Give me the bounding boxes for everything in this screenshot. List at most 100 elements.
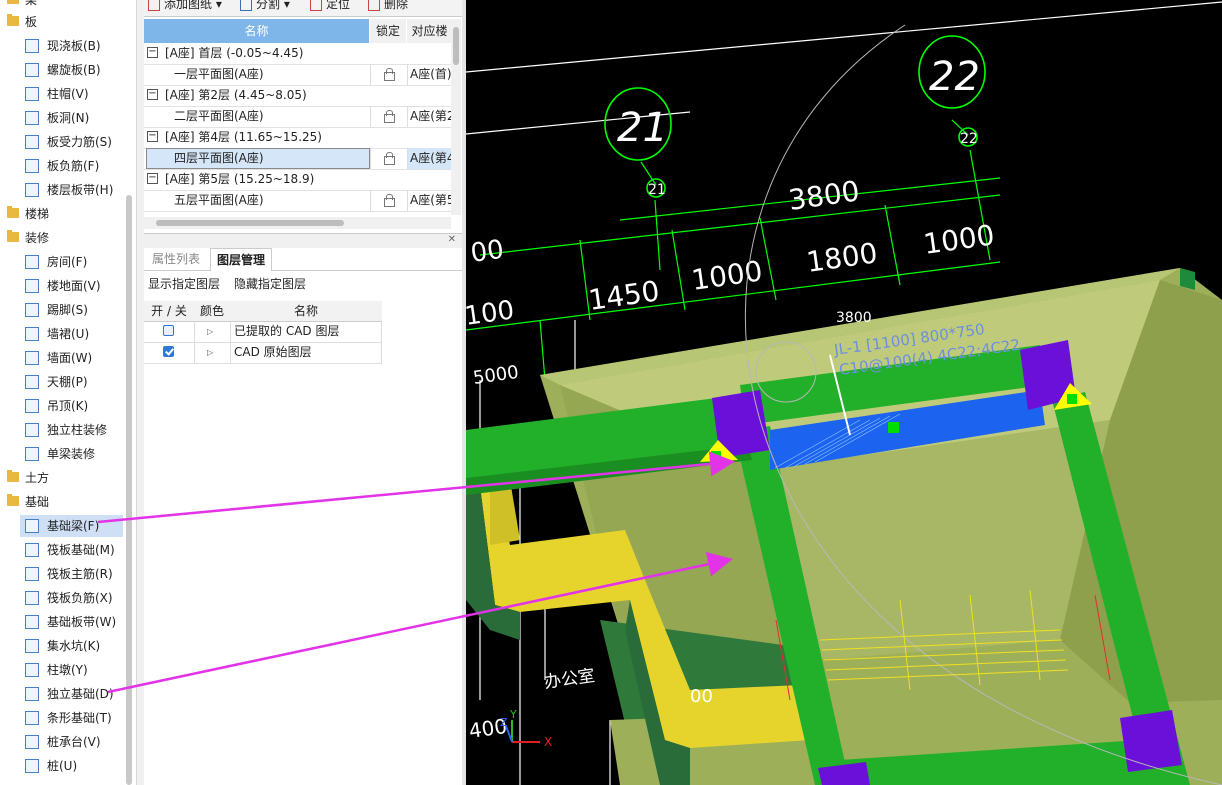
tree-item[interactable]: 墙面(W) <box>0 347 123 369</box>
drawing-toolbar: 添加图纸 ▾ 分割 ▾ 定位 删除 <box>144 0 462 17</box>
split-button[interactable]: 分割 ▾ <box>240 0 290 12</box>
tree-item[interactable]: 基础板带(W) <box>0 611 123 633</box>
tree-item[interactable]: 单梁装修 <box>0 443 123 465</box>
column-divider <box>381 321 382 363</box>
drawing-list-vscroll[interactable] <box>451 19 461 215</box>
floor-group-row[interactable]: − [A座] 第2层 (4.45~8.05) <box>144 85 452 107</box>
foundation-beam-icon <box>25 519 39 533</box>
tree-item[interactable]: 板洞(N) <box>0 107 123 129</box>
tree-group[interactable]: 楼梯 <box>0 203 123 225</box>
floor-cell[interactable]: A座(第4 <box>407 148 452 169</box>
floor-cell[interactable]: A座(首) <box>407 64 452 85</box>
column-cap-icon <box>25 87 39 101</box>
tree-item[interactable]: 独立基础(D) <box>0 683 123 705</box>
tree-item[interactable]: 天棚(P) <box>0 371 123 393</box>
tree-item[interactable]: 墙裙(U) <box>0 323 123 345</box>
layer-row[interactable]: ▷ 已提取的 CAD 图层 <box>144 321 382 343</box>
close-icon[interactable]: ✕ <box>448 234 456 245</box>
tree-label: 条形基础(T) <box>47 711 112 725</box>
tree-item[interactable]: 柱帽(V) <box>0 83 123 105</box>
lock-icon[interactable] <box>370 190 407 211</box>
tree-label: 基础板带(W) <box>47 615 117 629</box>
lock-icon[interactable] <box>370 148 407 169</box>
delete-button[interactable]: 删除 <box>368 0 408 12</box>
layer-tabs: 属性列表 图层管理 <box>144 248 462 271</box>
collapse-icon[interactable]: − <box>147 47 158 58</box>
tree-item[interactable]: 踢脚(S) <box>0 299 123 321</box>
panel-divider[interactable]: ✕ <box>144 233 462 248</box>
foundation-strip-icon <box>25 615 39 629</box>
floor-group-row[interactable]: − [A座] 首层 (-0.05~4.45) <box>144 43 452 65</box>
lock-icon[interactable] <box>370 64 407 85</box>
delete-icon <box>368 0 380 11</box>
tab-layer-manager[interactable]: 图层管理 <box>210 248 273 271</box>
tree-group[interactable]: 梁 <box>0 0 123 11</box>
collapse-icon[interactable]: − <box>147 89 158 100</box>
tree-item[interactable]: 楼地面(V) <box>0 275 123 297</box>
column-divider <box>194 321 195 363</box>
axis-tag-22: 22 <box>960 131 978 147</box>
tree-item[interactable]: 条形基础(T) <box>0 707 123 729</box>
collapse-icon[interactable]: − <box>147 131 158 142</box>
ucs-icon: X Y Z <box>500 708 552 749</box>
add-drawing-button[interactable]: 添加图纸 ▾ <box>148 0 222 12</box>
tree-label: 板受力筋(S) <box>47 135 112 149</box>
drawing-row[interactable]: A座(首) 一层平面图(A座) <box>144 64 452 86</box>
tree-item[interactable]: 独立柱装修 <box>0 419 123 441</box>
drawing-list-header: 名称 锁定 对应楼 <box>144 19 453 43</box>
layer-toggle-checkbox[interactable] <box>163 325 174 336</box>
tree-label: 板 <box>25 15 38 29</box>
tree-item[interactable]: 楼层板带(H) <box>0 179 123 201</box>
sump-pit-icon <box>25 639 39 653</box>
tree-group[interactable]: 土方 <box>0 467 123 489</box>
hide-layer-button[interactable]: 隐藏指定图层 <box>234 273 306 295</box>
floor-cell[interactable]: A座(第5 <box>407 190 452 211</box>
tree-item[interactable]: 吊顶(K) <box>0 395 123 417</box>
tab-properties[interactable]: 属性列表 <box>146 248 206 270</box>
tree-item[interactable]: 筏板基础(M) <box>0 539 123 561</box>
tree-item[interactable]: 桩承台(V) <box>0 731 123 753</box>
tree-item[interactable]: 桩(U) <box>0 755 123 777</box>
tree-item[interactable]: 筏板主筋(R) <box>0 563 123 585</box>
color-swatch-icon[interactable]: ▷ <box>207 321 213 342</box>
model-canvas[interactable]: 21 22 21 22 3800 1450 1000 1800 1000 100… <box>466 0 1222 785</box>
drawing-row[interactable]: A座(第4 四层平面图(A座) <box>144 148 452 170</box>
tree-item[interactable]: 螺旋板(B) <box>0 59 123 81</box>
tree-group[interactable]: 基础 <box>0 491 123 513</box>
floor-group-row[interactable]: − [A座] 第5层 (15.25~18.9) <box>144 169 452 191</box>
drawing-row[interactable]: A座(第5 五层平面图(A座) <box>144 190 452 212</box>
tree-item[interactable]: 房间(F) <box>0 251 123 273</box>
locate-button[interactable]: 定位 <box>310 0 350 12</box>
suspended-ceiling-icon <box>25 399 39 413</box>
layer-name: 已提取的 CAD 图层 <box>234 324 340 338</box>
floor-cell[interactable]: A座(第2 <box>407 106 452 127</box>
tree-scrollbar[interactable] <box>126 195 132 785</box>
tree-group[interactable]: 装修 <box>0 227 123 249</box>
skirting-icon <box>25 303 39 317</box>
tree-item[interactable]: 筏板负筋(X) <box>0 587 123 609</box>
floor-group-row[interactable]: − [A座] 第4层 (11.65~15.25) <box>144 127 452 149</box>
color-swatch-icon[interactable]: ▷ <box>207 342 213 363</box>
tree-item[interactable]: 柱墩(Y) <box>0 659 123 681</box>
drawing-row[interactable]: A座(第2 二层平面图(A座) <box>144 106 452 128</box>
model-view[interactable]: 21 22 21 22 3800 1450 1000 1800 1000 100… <box>466 0 1222 785</box>
tree-label: 板负筋(F) <box>47 159 100 173</box>
layer-toggle-checkbox[interactable] <box>163 346 174 357</box>
tree-item[interactable]: 集水坑(K) <box>0 635 123 657</box>
show-layer-button[interactable]: 显示指定图层 <box>148 273 220 295</box>
drawing-list: − [A座] 首层 (-0.05~4.45) A座(首) 一层平面图(A座) − [A座]… <box>144 43 452 213</box>
tree-item[interactable]: 现浇板(B) <box>0 35 123 57</box>
raft-foundation-icon <box>25 543 39 557</box>
tree-item[interactable]: 板负筋(F) <box>0 155 123 177</box>
tree-item[interactable]: 板受力筋(S) <box>0 131 123 153</box>
header-floor[interactable]: 对应楼 <box>407 19 453 43</box>
layer-row[interactable]: ▷ CAD 原始图层 <box>144 342 382 364</box>
collapse-icon[interactable]: − <box>147 173 158 184</box>
drawing-list-hscroll[interactable] <box>144 217 451 229</box>
folder-icon <box>7 230 19 242</box>
lock-icon[interactable] <box>370 106 407 127</box>
tree-item[interactable]: 基础梁(F) <box>20 515 123 537</box>
header-name[interactable]: 名称 <box>144 19 370 43</box>
header-lock[interactable]: 锁定 <box>370 19 407 43</box>
tree-group[interactable]: 板 <box>0 11 123 33</box>
